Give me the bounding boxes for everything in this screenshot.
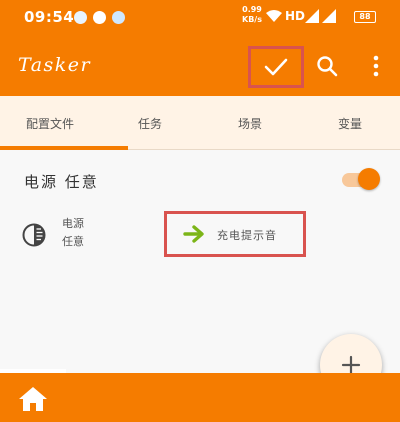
context-label[interactable]: 电源 任意 <box>62 215 102 251</box>
status-time: 09:54 <box>24 8 75 26</box>
signal-icon <box>322 9 336 23</box>
tab-bar: 配置文件 任务 场景 变量 <box>0 96 400 150</box>
net-speed-value: 0.99 <box>242 5 262 14</box>
signal-icon <box>305 9 319 23</box>
tab-variables[interactable]: 变量 <box>300 96 400 150</box>
search-icon[interactable] <box>316 55 338 77</box>
net-speed-unit: KB/s <box>242 15 262 24</box>
notification-icon <box>112 11 125 24</box>
profile-enable-toggle[interactable] <box>342 168 380 190</box>
tab-indicator <box>0 146 128 150</box>
home-icon[interactable] <box>18 386 48 412</box>
linked-task[interactable]: 充电提示音 <box>164 211 306 257</box>
task-name: 充电提示音 <box>217 229 277 242</box>
power-context-icon <box>22 223 46 247</box>
context-line-2: 任意 <box>62 235 84 248</box>
more-vert-icon[interactable] <box>368 55 384 77</box>
bottom-bar <box>0 373 400 422</box>
wifi-icon <box>266 10 282 22</box>
notification-icon <box>93 11 106 24</box>
tab-scenes[interactable]: 场景 <box>200 96 300 150</box>
tab-profiles[interactable]: 配置文件 <box>0 96 100 150</box>
confirm-button[interactable] <box>248 46 304 88</box>
notification-icon <box>74 11 87 24</box>
toggle-knob <box>358 168 380 190</box>
check-icon <box>264 58 288 76</box>
battery-icon: 88 <box>354 11 376 23</box>
context-line-1: 电源 <box>62 217 84 230</box>
app-title: Tasker <box>18 54 92 76</box>
status-bar: 09:54 0.99 KB/s HD 88 <box>0 0 400 34</box>
network-type-label: HD <box>285 9 306 23</box>
profile-card[interactable]: 电源 任意 电源 任意 充电提示音 <box>0 151 400 271</box>
arrow-right-icon <box>183 225 204 243</box>
profile-name[interactable]: 电源 任意 <box>24 171 99 192</box>
tab-tasks[interactable]: 任务 <box>100 96 200 150</box>
toolbar: Tasker <box>0 34 400 96</box>
net-speed: 0.99 KB/s <box>241 5 263 25</box>
